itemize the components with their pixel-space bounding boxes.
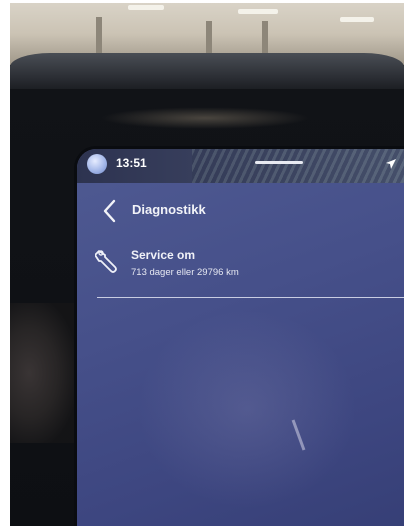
chevron-left-icon[interactable] (99, 197, 121, 225)
ceiling-light (238, 9, 278, 14)
ceiling-light (128, 5, 164, 10)
hand-reflection (10, 303, 74, 443)
wrench-icon (95, 250, 117, 273)
ceiling-light (340, 17, 374, 22)
service-detail: 713 dager eller 29796 km (131, 267, 239, 278)
service-title: Service om (131, 248, 196, 262)
background-post (262, 21, 268, 53)
clock: 13:51 (116, 156, 147, 170)
avatar-icon[interactable] (87, 154, 107, 174)
drag-handle[interactable] (255, 161, 303, 164)
screen-glare (137, 309, 357, 509)
navigation-arrow-icon[interactable] (385, 158, 397, 170)
infotainment-screen: 13:51 Diagnostikk Service om 713 dager e… (74, 146, 404, 526)
photo-frame: 13:51 Diagnostikk Service om 713 dager e… (10, 3, 404, 526)
background-post (206, 21, 212, 55)
bezel-reflection (100, 107, 310, 129)
divider (97, 297, 404, 298)
background-post (96, 17, 102, 53)
page-title: Diagnostikk (132, 202, 206, 217)
